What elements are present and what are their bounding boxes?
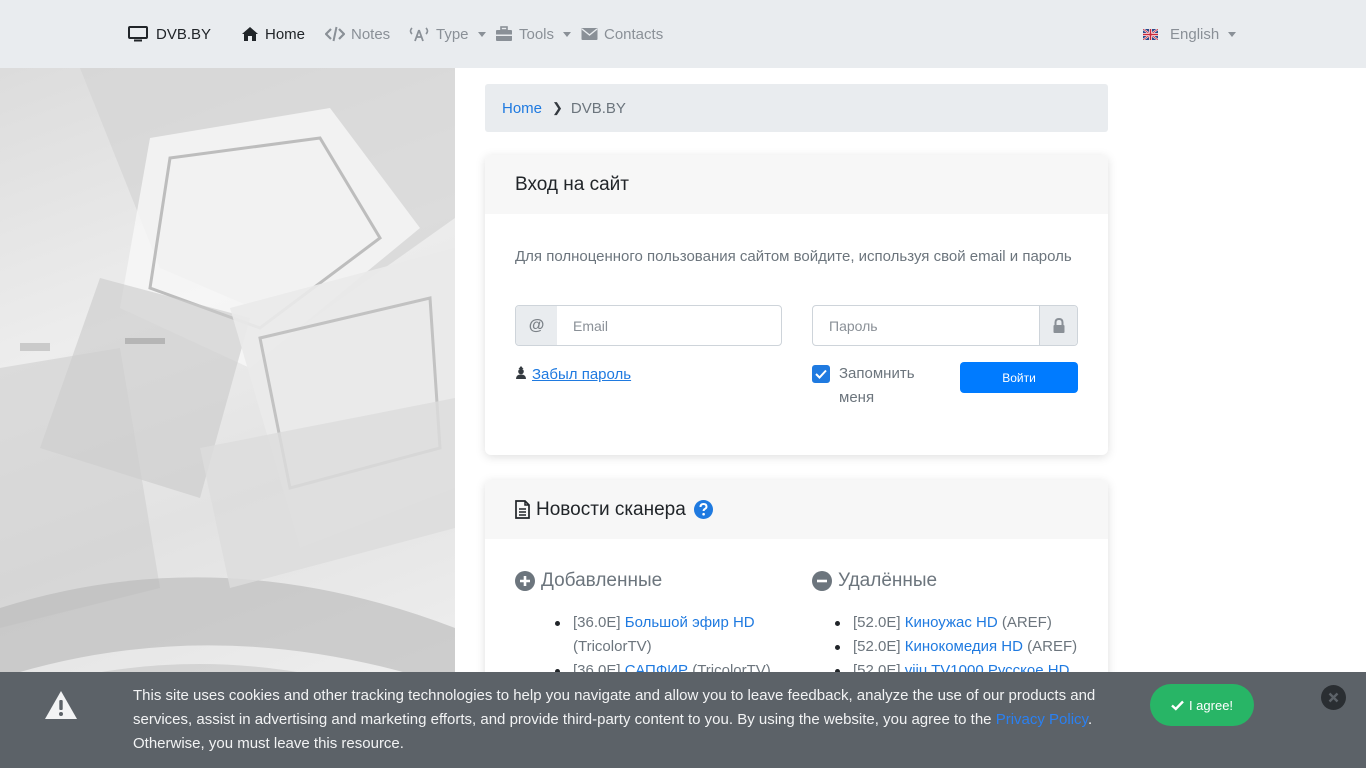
agree-label: I agree! [1188, 697, 1234, 713]
nav-contacts[interactable]: Contacts [581, 0, 663, 68]
provider-label: (TricolorTV) [573, 638, 652, 655]
close-icon[interactable] [1321, 685, 1346, 710]
nav-home-label: Home [265, 25, 306, 43]
breadcrumb: Home ❯ DVB.BY [485, 84, 1108, 132]
added-title-label: Добавленные [541, 570, 663, 591]
caret-down-icon [477, 31, 486, 37]
satellite-position: [52.0E] [853, 638, 901, 655]
provider-label: (AREF) [1027, 638, 1078, 655]
lock-icon [1039, 306, 1077, 345]
breadcrumb-home-link[interactable]: Home [502, 100, 542, 117]
check-icon [1171, 700, 1184, 711]
caret-down-icon [563, 31, 572, 37]
login-card-header: Вход на сайт [485, 155, 1108, 214]
email-input[interactable] [557, 306, 781, 345]
chevron-right-icon: ❯ [552, 100, 563, 115]
question-circle-icon[interactable] [693, 500, 713, 519]
check-icon [815, 369, 827, 379]
forgot-password-link[interactable]: Забыл пароль [515, 365, 631, 384]
home-icon [241, 26, 259, 42]
news-card-header: Новости сканера [485, 480, 1108, 539]
plus-circle-icon [515, 571, 535, 591]
login-submit-button[interactable]: Войти [960, 362, 1078, 393]
login-title: Вход на сайт [515, 173, 629, 195]
list-item: [36.0E] Большой эфир HD (TricolorTV) [555, 611, 785, 659]
privacy-policy-link[interactable]: Privacy Policy [996, 711, 1088, 728]
at-sign-icon: @ [516, 306, 557, 345]
login-card: Вход на сайт Для полноценного пользовани… [485, 155, 1108, 455]
document-icon [515, 500, 530, 519]
cookie-consent-bar: This site uses cookies and other trackin… [0, 672, 1366, 768]
agree-button[interactable]: I agree! [1150, 684, 1254, 726]
nav-tools-dropdown[interactable]: Tools [495, 0, 572, 68]
removed-column-title: Удалённые [812, 570, 937, 592]
cookie-message: This site uses cookies and other trackin… [133, 684, 1123, 756]
hero-network-cables-image [0, 68, 455, 768]
channel-link[interactable]: Кинокомедия HD [905, 638, 1023, 655]
warning-triangle-icon [44, 690, 78, 724]
channel-link[interactable]: Киноужас HD [905, 614, 998, 631]
provider-label: (AREF) [1001, 614, 1052, 631]
envelope-icon [581, 27, 598, 41]
removed-title-label: Удалённые [838, 570, 938, 591]
toolbox-icon [495, 26, 513, 42]
password-input-group [812, 305, 1078, 346]
nav-contacts-label: Contacts [604, 25, 664, 43]
nav-type-label: Type [436, 25, 469, 43]
uk-flag-icon [1143, 28, 1158, 40]
monitor-icon [128, 26, 148, 42]
language-label: English [1170, 25, 1220, 43]
remember-me-label[interactable]: Запомнить меня [839, 362, 939, 410]
user-secret-icon [515, 365, 527, 384]
caret-down-icon [1228, 31, 1237, 37]
code-icon [325, 26, 345, 42]
breadcrumb-current: DVB.BY [570, 99, 626, 117]
language-dropdown[interactable]: English [1143, 0, 1237, 68]
top-navbar: DVB.BY Home Notes Type Tools Contacts En… [0, 0, 1366, 68]
satellite-position: [36.0E] [573, 614, 621, 631]
nav-type-dropdown[interactable]: Type [408, 0, 486, 68]
channel-link[interactable]: Большой эфир HD [625, 614, 755, 631]
login-description: Для полноценного пользования сайтом войд… [515, 248, 1072, 265]
added-column-title: Добавленные [515, 570, 662, 592]
minus-circle-icon [812, 571, 832, 591]
nav-notes[interactable]: Notes [325, 0, 390, 68]
broadcast-icon [408, 26, 430, 42]
list-item: [52.0E] Киноужас HD (AREF) [835, 611, 1095, 635]
nav-home[interactable]: Home [241, 0, 305, 68]
news-title: Новости сканера [536, 498, 686, 520]
brand-link[interactable]: DVB.BY [128, 0, 211, 68]
cookie-text-part: This site uses cookies and other trackin… [133, 687, 1096, 728]
forgot-password-label: Забыл пароль [532, 366, 632, 383]
nav-notes-label: Notes [351, 25, 391, 43]
email-input-group: @ [515, 305, 782, 346]
password-input[interactable] [813, 306, 1039, 345]
nav-tools-label: Tools [519, 25, 555, 43]
remember-me-checkbox[interactable] [812, 365, 830, 383]
satellite-position: [52.0E] [853, 614, 901, 631]
brand-text: DVB.BY [156, 25, 212, 43]
list-item: [52.0E] Кинокомедия HD (AREF) [835, 635, 1095, 659]
